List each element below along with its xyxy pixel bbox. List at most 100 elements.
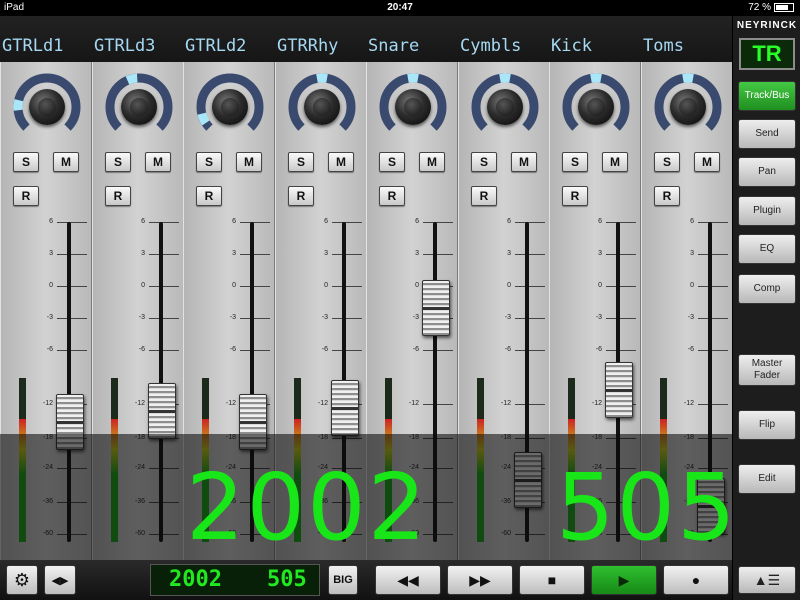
mute-button[interactable]: M xyxy=(328,152,354,172)
pan-knob[interactable] xyxy=(104,72,174,142)
eq-button[interactable]: EQ xyxy=(738,234,796,264)
scale-tick xyxy=(149,286,179,287)
track-bus-button[interactable]: Track/Bus xyxy=(738,81,796,111)
record-arm-button[interactable]: R xyxy=(654,186,680,206)
pan-knob[interactable] xyxy=(470,72,540,142)
record-arm-button[interactable]: R xyxy=(379,186,405,206)
mute-button[interactable]: M xyxy=(53,152,79,172)
scale-label: 3 xyxy=(598,250,602,257)
scale-label: -12 xyxy=(225,400,236,407)
nudge-button[interactable]: ◀▶ xyxy=(44,565,76,595)
transport-bar: ⚙ ◀▶ 2002 505 BIG ◀◀ ▶▶ ■ ▶ ● xyxy=(0,560,732,600)
scale-tick xyxy=(57,254,87,255)
solo-button[interactable]: S xyxy=(13,152,39,172)
scale-label: 0 xyxy=(690,282,694,289)
big-counter-bars: 2002 xyxy=(186,454,429,561)
clock: 20:47 xyxy=(387,2,413,13)
battery-indicator: 72 % xyxy=(748,2,794,13)
volume-fader[interactable] xyxy=(148,382,176,439)
knob-cap[interactable] xyxy=(670,89,706,125)
scale-label: 0 xyxy=(232,282,236,289)
solo-button[interactable]: S xyxy=(654,152,680,172)
pan-knob[interactable] xyxy=(12,72,82,142)
fast-forward-icon: ▶▶ xyxy=(469,571,491,588)
record-arm-button[interactable]: R xyxy=(196,186,222,206)
solo-button[interactable]: S xyxy=(471,152,497,172)
solo-button[interactable]: S xyxy=(379,152,405,172)
scale-label: -6 xyxy=(412,346,419,353)
pan-knob[interactable] xyxy=(653,72,723,142)
scale-tick xyxy=(332,350,362,351)
scale-label: -6 xyxy=(46,346,53,353)
channel-name[interactable]: Kick xyxy=(551,36,592,56)
knob-cap[interactable] xyxy=(121,89,157,125)
scale-tick xyxy=(606,318,636,319)
scale-label: -3 xyxy=(687,314,694,321)
knob-cap[interactable] xyxy=(304,89,340,125)
record-arm-button[interactable]: R xyxy=(105,186,131,206)
scale-label: 3 xyxy=(324,250,328,257)
record-arm-button[interactable]: R xyxy=(562,186,588,206)
record-arm-button[interactable]: R xyxy=(471,186,497,206)
solo-button[interactable]: S xyxy=(105,152,131,172)
gear-icon: ⚙ xyxy=(13,569,31,590)
mute-button[interactable]: M xyxy=(694,152,720,172)
scale-tick xyxy=(57,318,87,319)
channel-name[interactable]: GTRLd1 xyxy=(2,36,63,56)
scale-label: -3 xyxy=(138,314,145,321)
flip-button[interactable]: Flip xyxy=(738,410,796,440)
big-counter-toggle[interactable]: BIG xyxy=(328,565,358,595)
record-arm-button[interactable]: R xyxy=(13,186,39,206)
channel-name[interactable]: GTRLd2 xyxy=(185,36,246,56)
channel-name[interactable]: GTRRhy xyxy=(277,36,338,56)
scale-tick xyxy=(149,350,179,351)
mute-button[interactable]: M xyxy=(419,152,445,172)
send-button[interactable]: Send xyxy=(738,119,796,149)
channel-name[interactable]: Toms xyxy=(643,36,684,56)
pan-knob[interactable] xyxy=(195,72,265,142)
pan-button[interactable]: Pan xyxy=(738,157,796,187)
solo-button[interactable]: S xyxy=(196,152,222,172)
mute-button[interactable]: M xyxy=(511,152,537,172)
knob-cap[interactable] xyxy=(487,89,523,125)
record-icon: ● xyxy=(691,572,701,588)
plugin-button[interactable]: Plugin xyxy=(738,196,796,226)
pan-knob[interactable] xyxy=(287,72,357,142)
side-panel: NEYRINCK TR Track/Bus Send Pan Plugin EQ… xyxy=(732,16,800,600)
rewind-button[interactable]: ◀◀ xyxy=(375,565,441,595)
channel-name[interactable]: Cymbls xyxy=(460,36,521,56)
pan-knob[interactable] xyxy=(561,72,631,142)
mute-button[interactable]: M xyxy=(602,152,628,172)
comp-button[interactable]: Comp xyxy=(738,274,796,304)
scale-tick xyxy=(149,318,179,319)
scale-tick xyxy=(240,286,270,287)
edit-button[interactable]: Edit xyxy=(738,464,796,494)
mute-button[interactable]: M xyxy=(236,152,262,172)
pan-knob[interactable] xyxy=(378,72,448,142)
master-fader-button[interactable]: Master Fader xyxy=(738,354,796,386)
mode-badge[interactable]: TR xyxy=(739,38,795,70)
volume-fader[interactable] xyxy=(605,361,633,418)
scale-label: 3 xyxy=(49,250,53,257)
solo-button[interactable]: S xyxy=(562,152,588,172)
scale-label: 0 xyxy=(49,282,53,289)
play-button[interactable]: ▶ xyxy=(591,565,657,595)
volume-fader[interactable] xyxy=(422,280,450,336)
record-button[interactable]: ● xyxy=(663,565,729,595)
stop-button[interactable]: ■ xyxy=(519,565,585,595)
volume-fader[interactable] xyxy=(331,380,359,437)
solo-button[interactable]: S xyxy=(288,152,314,172)
scale-label: 6 xyxy=(507,218,511,225)
knob-cap[interactable] xyxy=(395,89,431,125)
knob-cap[interactable] xyxy=(212,89,248,125)
scale-label: 3 xyxy=(415,250,419,257)
knob-cap[interactable] xyxy=(29,89,65,125)
settings-button[interactable]: ⚙ xyxy=(6,565,38,595)
channel-name[interactable]: GTRLd3 xyxy=(94,36,155,56)
fast-forward-button[interactable]: ▶▶ xyxy=(447,565,513,595)
mute-button[interactable]: M xyxy=(145,152,171,172)
record-arm-button[interactable]: R xyxy=(288,186,314,206)
menu-button[interactable]: ▲☰ xyxy=(738,566,796,594)
channel-name[interactable]: Snare xyxy=(368,36,419,56)
knob-cap[interactable] xyxy=(578,89,614,125)
